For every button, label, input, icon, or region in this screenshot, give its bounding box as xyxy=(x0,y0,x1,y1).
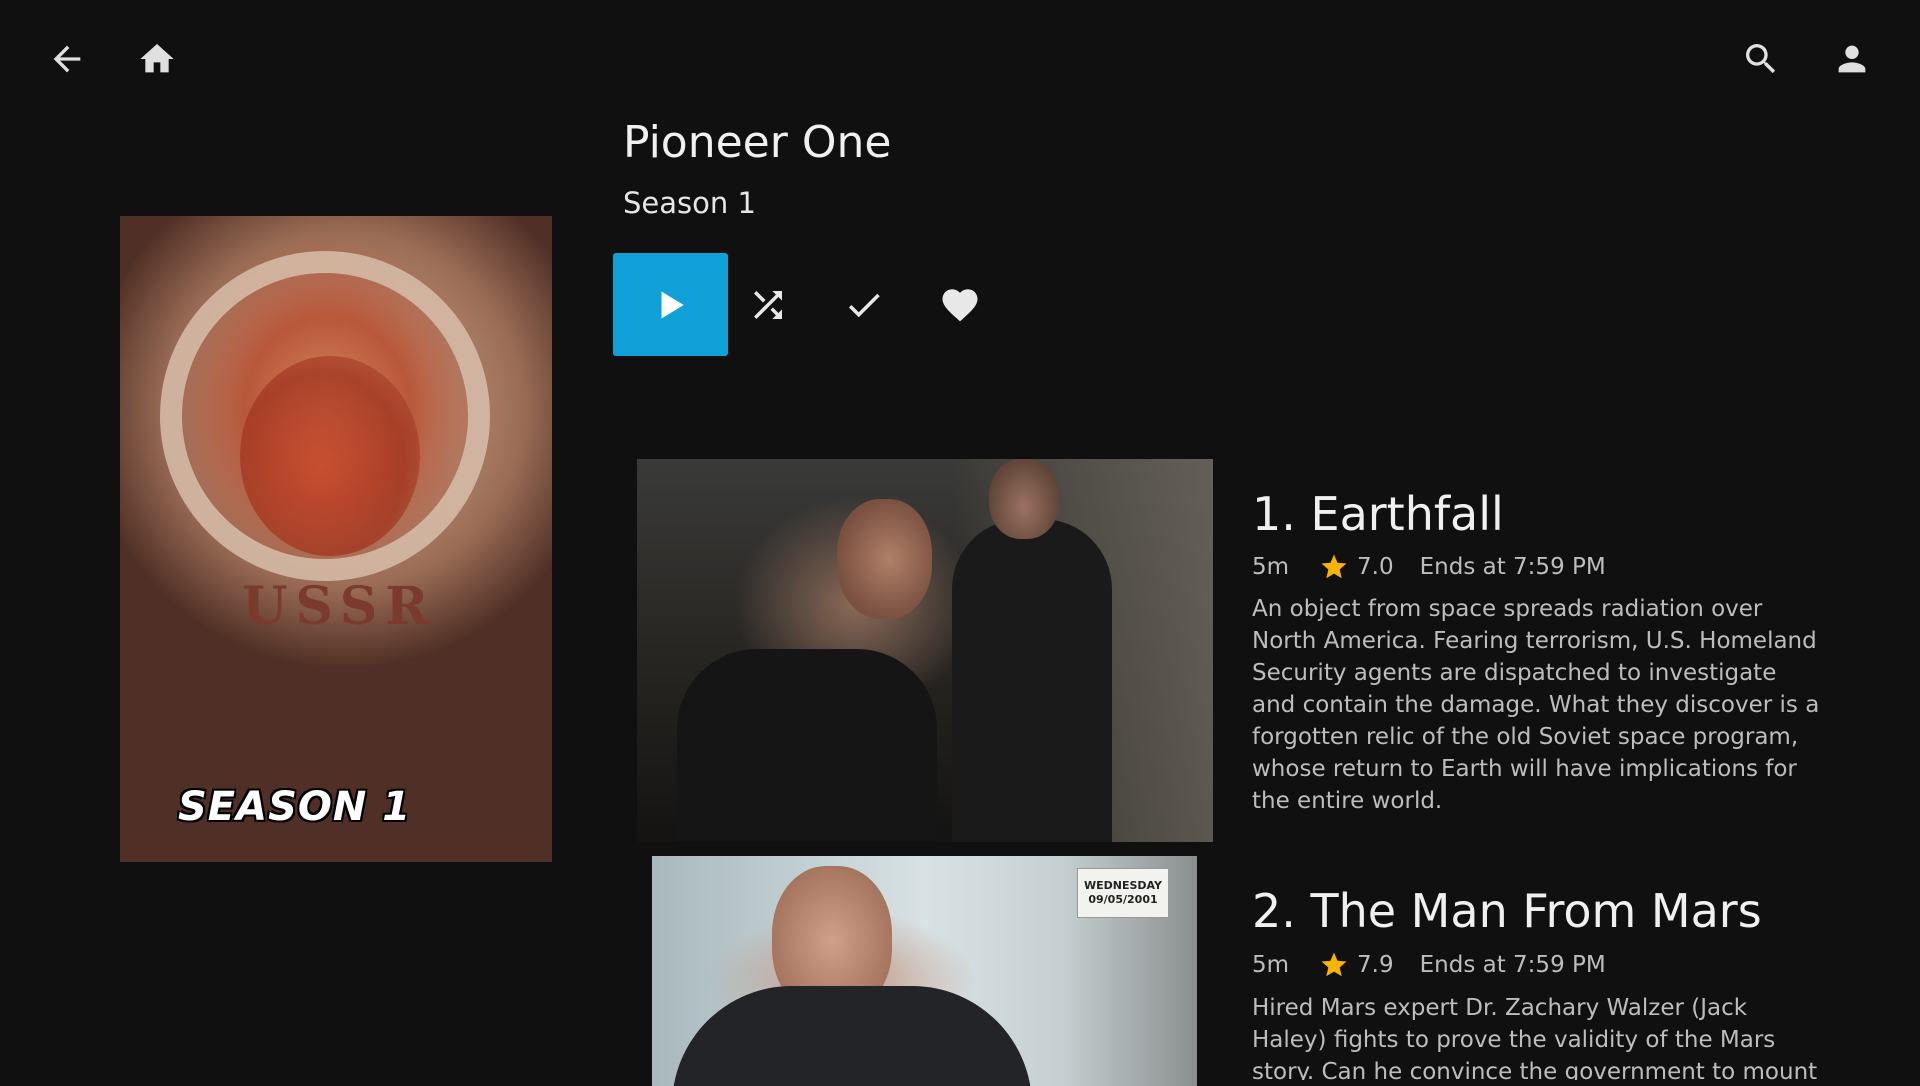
star-icon xyxy=(1319,552,1349,582)
thumb-figure xyxy=(672,986,1032,1086)
thumb-figure-head xyxy=(837,499,932,619)
poster-face xyxy=(240,356,420,556)
episode-2-meta: 5m 7.9 Ends at 7:59 PM xyxy=(1252,950,1606,980)
episode-1-description: An object from space spreads radiation o… xyxy=(1252,596,1820,814)
episode-ends-at: Ends at 7:59 PM xyxy=(1419,554,1606,580)
shuffle-icon xyxy=(754,291,782,319)
thumb-figure xyxy=(677,649,937,842)
search-icon xyxy=(1746,44,1776,74)
heart-icon xyxy=(942,289,978,322)
play-icon xyxy=(661,291,684,318)
episode-runtime: 5m xyxy=(1252,952,1290,978)
episode-1-meta: 5m 7.0 Ends at 7:59 PM xyxy=(1252,552,1606,582)
back-button[interactable] xyxy=(37,29,97,89)
season-poster[interactable]: USSR SEASON 1 xyxy=(120,216,552,862)
star-icon xyxy=(1319,950,1349,980)
check-icon xyxy=(848,293,880,318)
thumb-figure-head xyxy=(989,459,1059,539)
episode-2-description: Hired Mars expert Dr. Zachary Walzer (Ja… xyxy=(1252,995,1818,1080)
episode-runtime: 5m xyxy=(1252,554,1290,580)
episode-1-title[interactable]: 1. Earthfall xyxy=(1252,487,1504,541)
home-button[interactable] xyxy=(127,29,187,89)
episode-ends-at: Ends at 7:59 PM xyxy=(1419,952,1606,978)
thumb-figure xyxy=(952,519,1112,842)
episode-1-thumbnail[interactable] xyxy=(637,459,1213,842)
poster-helmet-text: USSR xyxy=(242,576,437,637)
episode-2-title[interactable]: 2. The Man From Mars xyxy=(1252,884,1762,938)
search-button[interactable] xyxy=(1731,29,1791,89)
season-label: Season 1 xyxy=(623,186,756,220)
arrow-left-icon xyxy=(53,45,81,73)
thumb-date-card: WEDNESDAY 09/05/2001 xyxy=(1077,868,1169,918)
person-icon xyxy=(1838,45,1866,73)
mark-watched-button[interactable] xyxy=(832,273,896,337)
series-title: Pioneer One xyxy=(623,117,892,168)
thumb-date-value: 09/05/2001 xyxy=(1088,893,1158,906)
play-button[interactable] xyxy=(613,253,728,356)
favorite-button[interactable] xyxy=(928,273,992,337)
episode-rating: 7.0 xyxy=(1357,554,1394,580)
episode-rating: 7.9 xyxy=(1357,952,1394,978)
poster-season-badge: SEASON 1 xyxy=(178,784,412,830)
episode-2-thumbnail[interactable]: WEDNESDAY 09/05/2001 xyxy=(652,856,1197,1086)
shuffle-button[interactable] xyxy=(736,273,800,337)
thumb-date-day: WEDNESDAY xyxy=(1084,878,1162,892)
home-icon xyxy=(140,44,174,73)
user-button[interactable] xyxy=(1822,29,1882,89)
